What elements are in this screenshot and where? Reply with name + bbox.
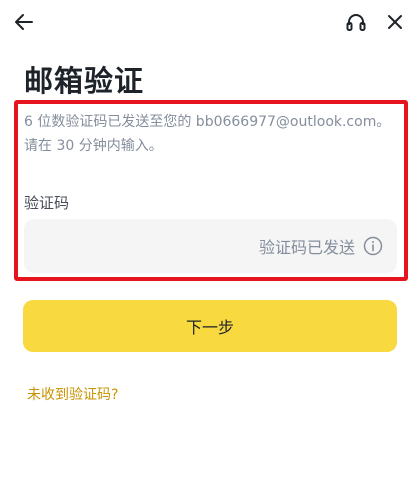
top-bar	[0, 0, 413, 44]
arrow-left-icon	[15, 14, 33, 30]
code-field-label: 验证码	[24, 194, 70, 212]
back-button[interactable]	[10, 8, 38, 36]
verification-code-field[interactable]: 验证码已发送	[24, 219, 397, 273]
resend-code-link[interactable]: 未收到验证码?	[27, 384, 118, 404]
close-icon	[388, 15, 402, 29]
code-sent-status: 验证码已发送	[258, 238, 355, 257]
email-verification-page: 邮箱验证 6 位数验证码已发送至您的 bb0666977@outlook.com…	[0, 0, 413, 497]
page-title: 邮箱验证	[24, 64, 145, 98]
next-step-button[interactable]: 下一步	[23, 300, 397, 352]
verification-description: 6 位数验证码已发送至您的 bb0666977@outlook.com。请在 3…	[24, 114, 391, 154]
support-button[interactable]	[342, 8, 370, 36]
close-button[interactable]	[381, 8, 409, 36]
verification-code-input[interactable]	[36, 219, 236, 273]
headset-icon	[346, 14, 366, 31]
info-circle-icon[interactable]	[363, 236, 383, 256]
